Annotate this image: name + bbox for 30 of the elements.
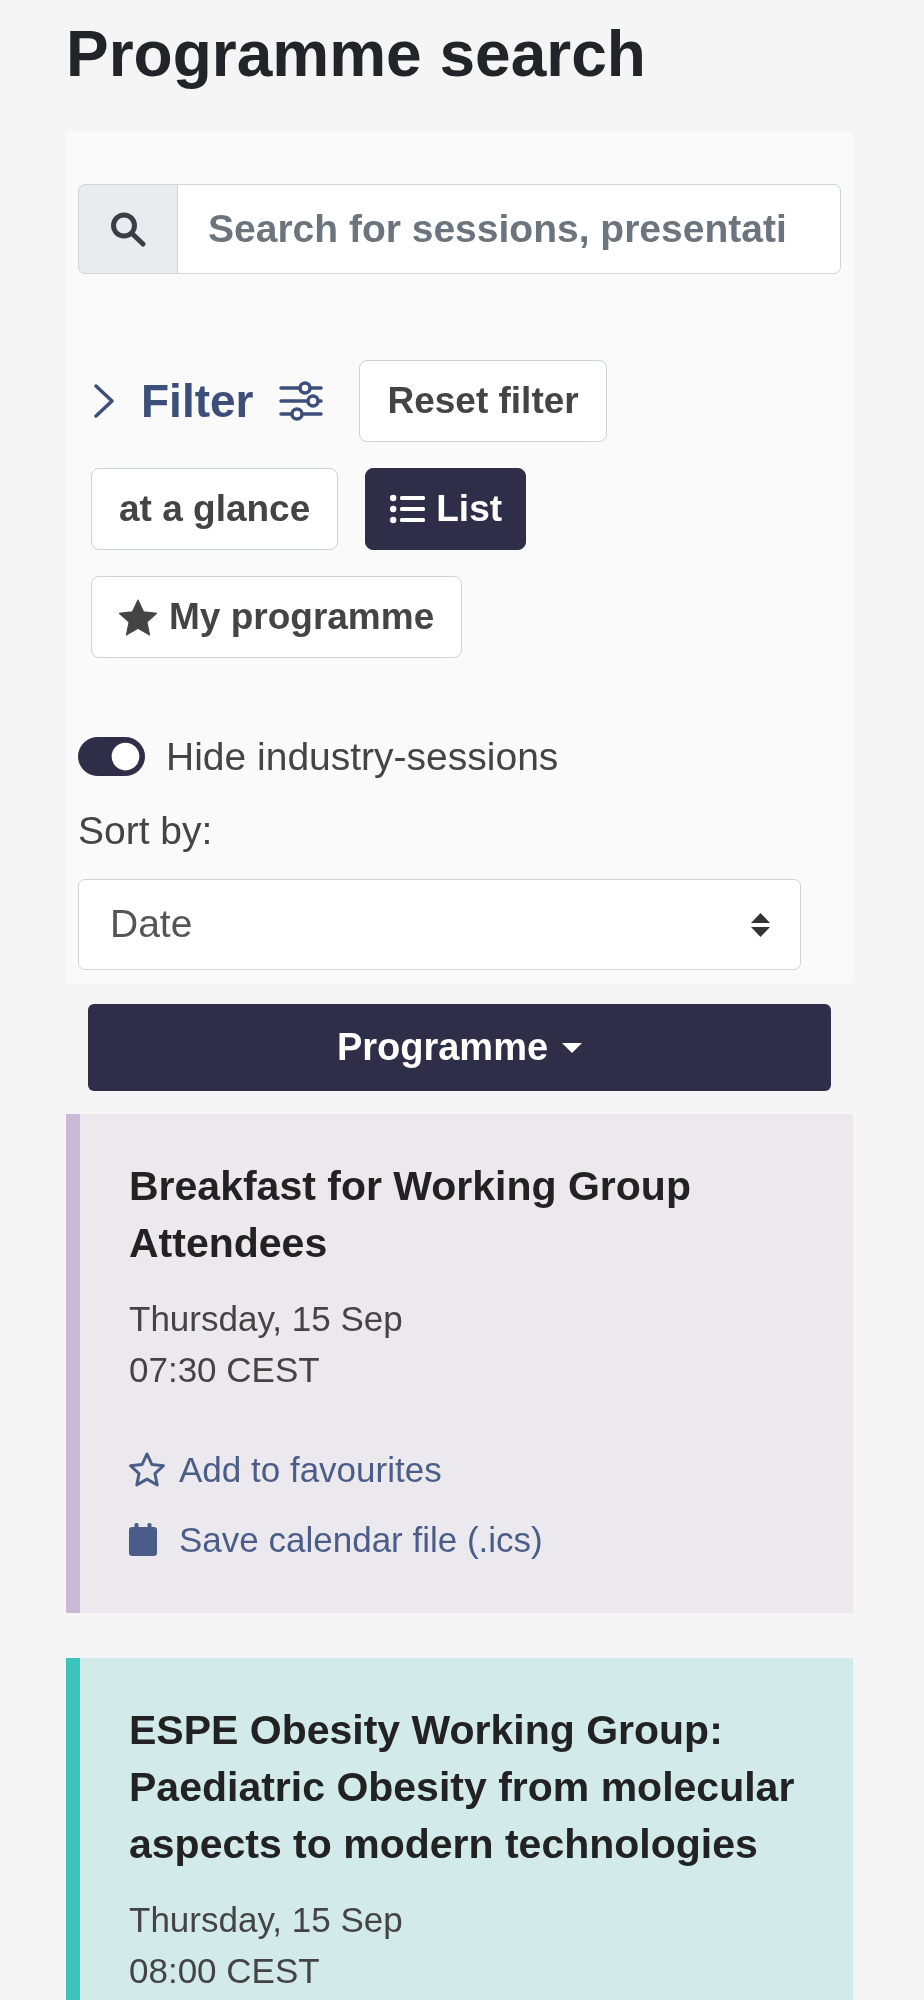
search-icon bbox=[109, 211, 147, 247]
sliders-icon bbox=[279, 381, 324, 421]
toggle-switch[interactable] bbox=[78, 737, 145, 776]
filter-toggle[interactable]: Filter bbox=[91, 373, 324, 429]
my-programme-button[interactable]: My programme bbox=[91, 576, 463, 658]
calendar-file-link[interactable]: Save calendar file (.ics) bbox=[129, 1514, 543, 1565]
star-icon bbox=[119, 598, 157, 636]
session-title: ESPE Obesity Working Group: Paediatric Obesity from molecular aspects to modern technologies bbox=[129, 1706, 796, 1869]
session-time: 07:30 CEST bbox=[129, 1349, 321, 1391]
calendar-icon bbox=[129, 1523, 157, 1556]
session-card[interactable]: ESPE Obesity Working Group: Paediatric Obesity from molecular aspects to modern technologies Thursday, 15 Sep 08:00 CEST bbox=[66, 1658, 853, 2000]
session-date: Thursday, 15 Sep bbox=[129, 1899, 404, 1941]
sort-select[interactable]: Date bbox=[78, 879, 801, 970]
add-favourite-link[interactable]: Add to favourites bbox=[129, 1444, 442, 1495]
session-title: Breakfast for Working Group Attendees bbox=[129, 1162, 692, 1268]
list-view-button[interactable]: List bbox=[365, 468, 527, 550]
programme-menu-button[interactable]: Programme bbox=[88, 1004, 831, 1091]
reset-filter-button[interactable]: Reset filter bbox=[359, 360, 607, 442]
sort-caret-icon bbox=[750, 911, 771, 938]
page-title: Programme search bbox=[66, 17, 647, 92]
session-card[interactable]: Breakfast for Working Group Attendees Thursday, 15 Sep 07:30 CEST Add to favourites Save calendar file (.ics) bbox=[66, 1114, 853, 1613]
session-date: Thursday, 15 Sep bbox=[129, 1298, 404, 1340]
search-field[interactable]: Search for sessions, presentati bbox=[177, 184, 841, 274]
glance-view-button[interactable]: at a glance bbox=[91, 468, 339, 550]
list-icon bbox=[390, 494, 426, 524]
session-time: 08:00 CEST bbox=[129, 1950, 321, 1992]
star-outline-icon bbox=[129, 1452, 165, 1487]
sort-label: Sort by: bbox=[78, 808, 214, 854]
toggle-label: Hide industry-sessions bbox=[166, 734, 559, 780]
caret-icon bbox=[562, 1042, 583, 1053]
